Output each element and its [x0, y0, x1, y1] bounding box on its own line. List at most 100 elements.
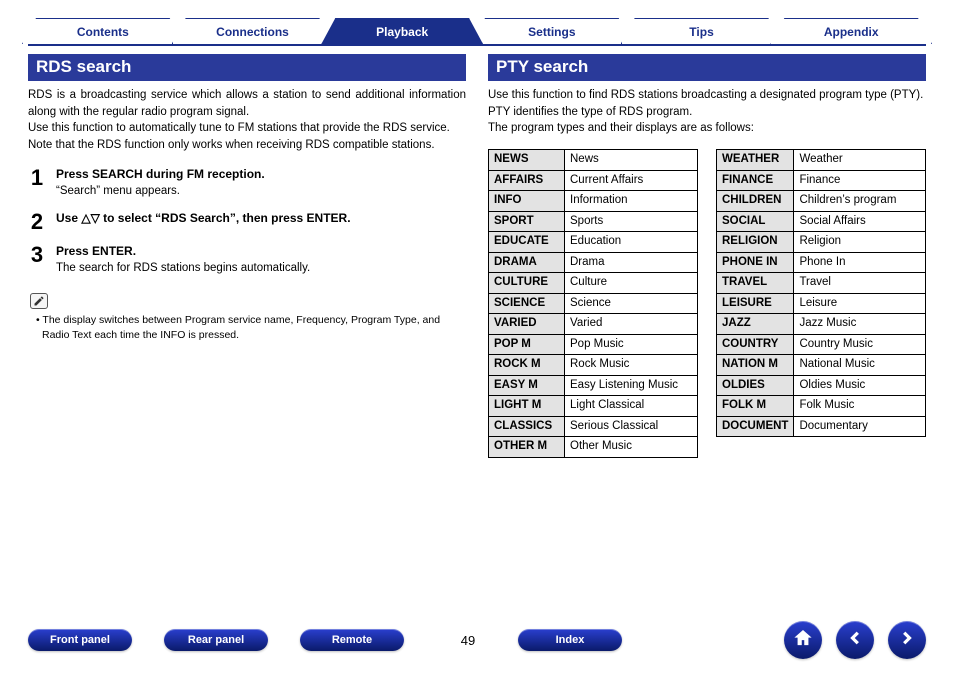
pty-code: NEWS [489, 150, 565, 171]
tab-label: Tips [689, 25, 713, 39]
pty-label: Religion [794, 232, 926, 253]
pty-label: Education [565, 232, 698, 253]
pty-label: Phone In [794, 252, 926, 273]
arrow-right-icon [897, 628, 917, 653]
pty-label: Documentary [794, 416, 926, 437]
step-number: 1 [28, 166, 46, 200]
step-2: 2 Use △▽ to select “RDS Search”, then pr… [28, 210, 466, 233]
pty-code: WEATHER [717, 150, 794, 171]
table-row: OTHER MOther Music [489, 437, 698, 458]
table-row: OLDIESOldies Music [717, 375, 926, 396]
step-title: Press SEARCH during FM reception. [56, 166, 265, 183]
rear-panel-button[interactable]: Rear panel [164, 629, 268, 651]
pty-label: Light Classical [565, 396, 698, 417]
pty-label: Rock Music [565, 355, 698, 376]
tab-settings[interactable]: Settings [471, 18, 633, 44]
pty-code: JAZZ [717, 314, 794, 335]
pty-code: COUNTRY [717, 334, 794, 355]
step-1: 1 Press SEARCH during FM reception. “Sea… [28, 166, 466, 200]
pty-label: Social Affairs [794, 211, 926, 232]
pty-code: RELIGION [717, 232, 794, 253]
pty-label: Leisure [794, 293, 926, 314]
pty-code: FINANCE [717, 170, 794, 191]
tab-tips[interactable]: Tips [621, 18, 783, 44]
section-header-rds: RDS search [28, 54, 466, 81]
table-row: FOLK MFolk Music [717, 396, 926, 417]
front-panel-button[interactable]: Front panel [28, 629, 132, 651]
table-row: SCIENCEScience [489, 293, 698, 314]
pty-code: AFFAIRS [489, 170, 565, 191]
page-number: 49 [436, 633, 500, 648]
pty-label: Jazz Music [794, 314, 926, 335]
tab-appendix[interactable]: Appendix [770, 18, 932, 44]
table-row: LIGHT MLight Classical [489, 396, 698, 417]
table-row: POP MPop Music [489, 334, 698, 355]
pty-label: Pop Music [565, 334, 698, 355]
pty-code: DOCUMENT [717, 416, 794, 437]
pty-code: TRAVEL [717, 273, 794, 294]
pty-code: FOLK M [717, 396, 794, 417]
tab-contents[interactable]: Contents [22, 18, 184, 44]
pty-label: Culture [565, 273, 698, 294]
table-row: WEATHERWeather [717, 150, 926, 171]
tab-label: Connections [216, 25, 289, 39]
table-row: SPORTSports [489, 211, 698, 232]
step-caption: The search for RDS stations begins autom… [56, 260, 310, 277]
table-row: JAZZJazz Music [717, 314, 926, 335]
pty-code: LIGHT M [489, 396, 565, 417]
pty-table-left: NEWSNewsAFFAIRSCurrent AffairsINFOInform… [488, 149, 698, 458]
table-row: PHONE INPhone In [717, 252, 926, 273]
pty-code: LEISURE [717, 293, 794, 314]
table-row: CULTURECulture [489, 273, 698, 294]
pty-label: Travel [794, 273, 926, 294]
pty-code: PHONE IN [717, 252, 794, 273]
pty-label: Easy Listening Music [565, 375, 698, 396]
pty-label: News [565, 150, 698, 171]
step-caption: “Search” menu appears. [56, 183, 265, 200]
step-title: Press ENTER. [56, 243, 310, 260]
prev-page-button[interactable] [836, 621, 874, 659]
pty-label: Science [565, 293, 698, 314]
table-row: DRAMADrama [489, 252, 698, 273]
pty-label: Current Affairs [565, 170, 698, 191]
tab-label: Playback [376, 25, 428, 39]
tab-label: Settings [528, 25, 575, 39]
index-button[interactable]: Index [518, 629, 622, 651]
home-button[interactable] [784, 621, 822, 659]
pty-label: Country Music [794, 334, 926, 355]
top-tabbar: Contents Connections Playback Settings T… [28, 18, 926, 46]
step-number: 2 [28, 210, 46, 233]
pty-code: VARIED [489, 314, 565, 335]
rds-steps: 1 Press SEARCH during FM reception. “Sea… [28, 166, 466, 277]
pty-code: SOCIAL [717, 211, 794, 232]
pty-label: Children’s program [794, 191, 926, 212]
table-row: CHILDRENChildren’s program [717, 191, 926, 212]
tab-connections[interactable]: Connections [172, 18, 334, 44]
right-column: PTY search Use this function to find RDS… [488, 54, 926, 458]
arrow-left-icon [845, 628, 865, 653]
pencil-note-icon [30, 293, 48, 309]
left-column: RDS search RDS is a broadcasting service… [28, 54, 466, 458]
section-header-pty: PTY search [488, 54, 926, 81]
pty-label: Information [565, 191, 698, 212]
pty-label: Weather [794, 150, 926, 171]
tab-playback[interactable]: Playback [321, 18, 483, 44]
pty-code: INFO [489, 191, 565, 212]
table-row: COUNTRYCountry Music [717, 334, 926, 355]
pty-label: Oldies Music [794, 375, 926, 396]
pty-code: OTHER M [489, 437, 565, 458]
next-page-button[interactable] [888, 621, 926, 659]
pty-code: EDUCATE [489, 232, 565, 253]
table-row: DOCUMENTDocumentary [717, 416, 926, 437]
tab-label: Appendix [824, 25, 879, 39]
note-body: The display switches between Program ser… [42, 314, 440, 341]
table-row: ROCK MRock Music [489, 355, 698, 376]
pty-label: Varied [565, 314, 698, 335]
pty-table-right: WEATHERWeatherFINANCEFinanceCHILDRENChil… [716, 149, 926, 437]
table-row: LEISURELeisure [717, 293, 926, 314]
pty-label: Finance [794, 170, 926, 191]
pty-code: EASY M [489, 375, 565, 396]
pty-code: POP M [489, 334, 565, 355]
remote-button[interactable]: Remote [300, 629, 404, 651]
pty-intro-text: Use this function to find RDS stations b… [488, 87, 926, 137]
